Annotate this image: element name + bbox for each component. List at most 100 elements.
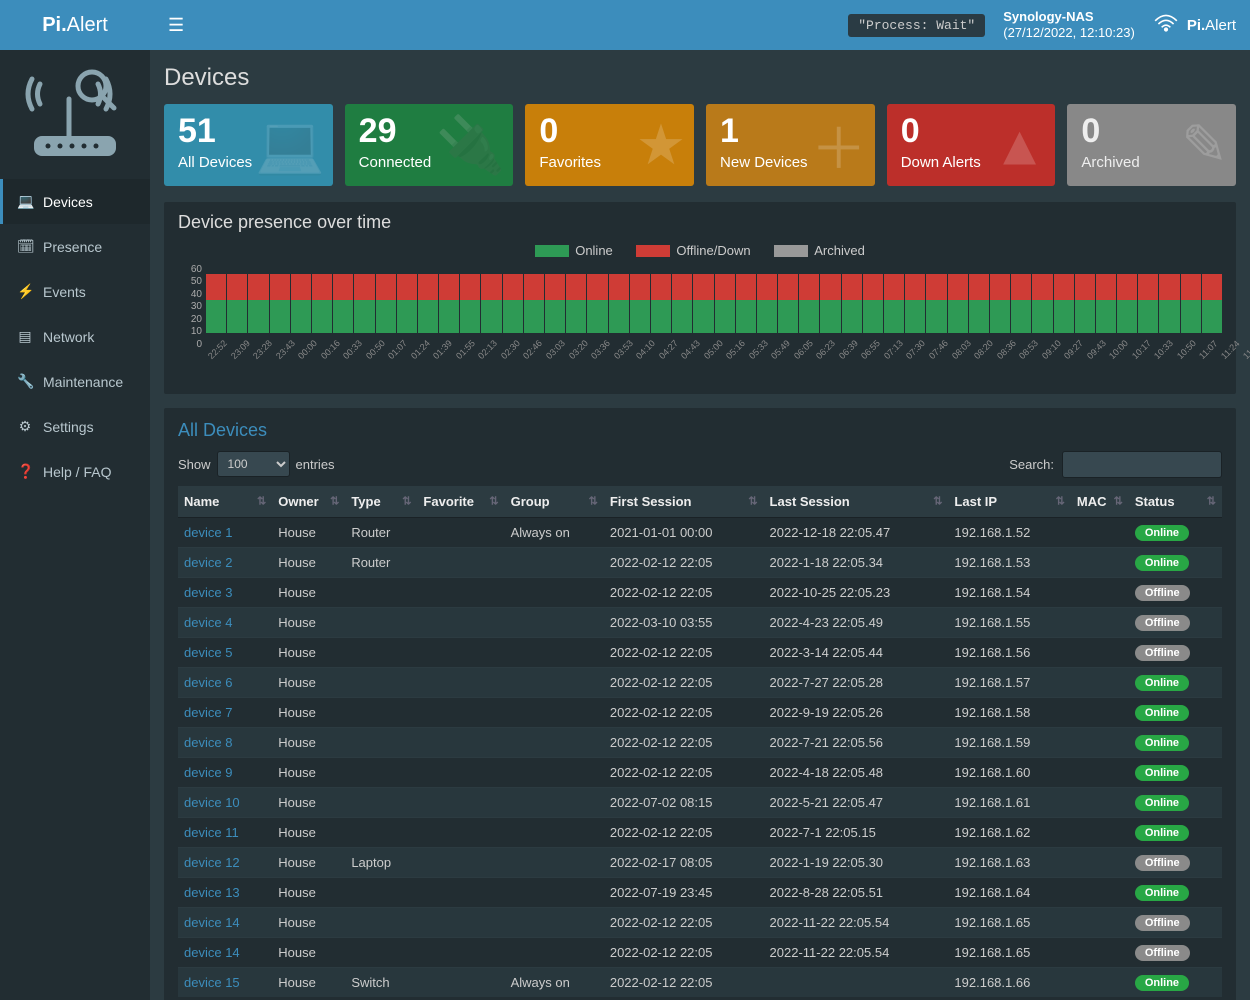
col-mac[interactable]: MAC⇅ [1071, 486, 1129, 518]
table-controls: Show 100 entries Search: [178, 451, 1222, 478]
device-link[interactable]: device 8 [184, 735, 232, 750]
stat-all-devices[interactable]: 51All Devices💻 [164, 104, 333, 186]
bolt-icon: ⚡ [17, 283, 33, 300]
wifi-icon [1153, 14, 1179, 36]
stat-icon: 💻 [255, 112, 325, 178]
status-badge: Online [1135, 525, 1189, 541]
chart-bars [206, 264, 1222, 334]
sidebar: 💻 Devices 🗓Presence ⚡ Events ▤ Network 🔧Mainten… [0, 50, 150, 1000]
stat-icon: ★ [636, 112, 686, 178]
table-row[interactable]: device 6House2022-02-12 22:052022-7-27 2… [178, 667, 1222, 697]
stat-down-alerts[interactable]: 0Down Alerts▲ [887, 104, 1056, 186]
nav-label: Events [43, 284, 86, 300]
sort-icon: ⇅ [933, 495, 942, 508]
col-first-session[interactable]: First Session⇅ [604, 486, 764, 518]
status-badge: Online [1135, 735, 1189, 751]
status-badge: Online [1135, 885, 1189, 901]
host-info: Synology-NAS (27/12/2022, 12:10:23) [1003, 9, 1135, 42]
chart-legend: Online Offline/Down Archived [178, 243, 1222, 260]
col-group[interactable]: Group⇅ [505, 486, 604, 518]
device-link[interactable]: device 6 [184, 675, 232, 690]
sort-icon: ⇅ [489, 495, 498, 508]
table-row[interactable]: device 4House2022-03-10 03:552022-4-23 2… [178, 607, 1222, 637]
brand-logo[interactable]: Pi.Alert [0, 0, 150, 50]
status-badge: Online [1135, 795, 1189, 811]
sidebar-logo [0, 50, 150, 179]
status-badge: Online [1135, 825, 1189, 841]
device-link[interactable]: device 11 [184, 825, 239, 840]
device-link[interactable]: device 9 [184, 765, 232, 780]
sort-icon: ⇅ [748, 495, 757, 508]
table-head: Name⇅Owner⇅Type⇅Favorite⇅Group⇅First Ses… [178, 486, 1222, 518]
chart-yaxis: 6050403020100 [178, 264, 206, 350]
search-input[interactable] [1062, 451, 1222, 478]
col-favorite[interactable]: Favorite⇅ [417, 486, 504, 518]
nav-item-events[interactable]: ⚡ Events [0, 269, 150, 314]
sidebar-toggle[interactable]: ☰ [150, 15, 202, 36]
status-badge: Offline [1135, 855, 1190, 871]
table-row[interactable]: device 2HouseRouter2022-02-12 22:052022-… [178, 547, 1222, 577]
nav-label: Network [43, 329, 94, 345]
device-link[interactable]: device 7 [184, 705, 232, 720]
col-type[interactable]: Type⇅ [345, 486, 417, 518]
device-link[interactable]: device 1 [184, 525, 232, 540]
col-status[interactable]: Status⇅ [1129, 486, 1222, 518]
nav-label: Devices [43, 194, 93, 210]
nav-item-maintenance[interactable]: 🔧Maintenance [0, 359, 150, 404]
nav-item-settings[interactable]: ⚙Settings [0, 404, 150, 449]
status-badge: Online [1135, 765, 1189, 781]
process-status: "Process: Wait" [848, 14, 985, 37]
chart-box: Device presence over time Online Offline… [164, 202, 1236, 394]
status-badge: Offline [1135, 945, 1190, 961]
table-row[interactable]: device 9House2022-02-12 22:052022-4-18 2… [178, 757, 1222, 787]
legend-online[interactable]: Online [535, 243, 613, 258]
timestamp: (27/12/2022, 12:10:23) [1003, 25, 1135, 41]
sort-icon: ⇅ [1207, 495, 1216, 508]
device-link[interactable]: device 3 [184, 585, 232, 600]
nav-item-devices[interactable]: 💻 Devices [0, 179, 150, 224]
table-row[interactable]: device 3House2022-02-12 22:052022-10-25 … [178, 577, 1222, 607]
col-owner[interactable]: Owner⇅ [272, 486, 345, 518]
device-link[interactable]: device 5 [184, 645, 232, 660]
device-link[interactable]: device 2 [184, 555, 232, 570]
table-row[interactable]: device 1HouseRouterAlways on2021-01-01 0… [178, 517, 1222, 547]
nav-item-help-faq[interactable]: ❓Help / FAQ [0, 449, 150, 494]
stat-archived[interactable]: 0Archived✎ [1067, 104, 1236, 186]
page-size-select[interactable]: 100 [217, 451, 290, 477]
chart-title: Device presence over time [178, 212, 1222, 233]
legend-archived[interactable]: Archived [774, 243, 865, 258]
device-link[interactable]: device 13 [184, 885, 240, 900]
device-link[interactable]: device 14 [184, 915, 240, 930]
table-row[interactable]: device 7House2022-02-12 22:052022-9-19 2… [178, 697, 1222, 727]
col-name[interactable]: Name⇅ [178, 486, 272, 518]
col-last-ip[interactable]: Last IP⇅ [948, 486, 1070, 518]
device-link[interactable]: device 12 [184, 855, 240, 870]
nav-item-presence[interactable]: 🗓Presence [0, 224, 150, 269]
table-row[interactable]: device 14House2022-02-12 22:052022-11-22… [178, 937, 1222, 967]
laptop-icon: 💻 [17, 193, 33, 210]
device-link[interactable]: device 4 [184, 615, 232, 630]
table-row[interactable]: device 13House2022-07-19 23:452022-8-28 … [178, 877, 1222, 907]
device-link[interactable]: device 15 [184, 975, 240, 990]
stat-favorites[interactable]: 0Favorites★ [525, 104, 694, 186]
device-link[interactable]: device 14 [184, 945, 240, 960]
legend-offline[interactable]: Offline/Down [636, 243, 750, 258]
nav-label: Settings [43, 419, 94, 435]
sort-icon: ⇅ [402, 495, 411, 508]
col-last-session[interactable]: Last Session⇅ [764, 486, 949, 518]
device-link[interactable]: device 10 [184, 795, 240, 810]
table-row[interactable]: device 8House2022-02-12 22:052022-7-21 2… [178, 727, 1222, 757]
table-row[interactable]: device 14House2022-02-12 22:052022-11-22… [178, 907, 1222, 937]
table-row[interactable]: device 12HouseLaptop2022-02-17 08:052022… [178, 847, 1222, 877]
stat-new-devices[interactable]: 1New Devices＋ [706, 104, 875, 186]
table-row[interactable]: device 11House2022-02-12 22:052022-7-1 2… [178, 817, 1222, 847]
status-badge: Offline [1135, 915, 1190, 931]
stat-connected[interactable]: 29Connected🔌 [345, 104, 514, 186]
brand-right[interactable]: Pi.Alert [1153, 14, 1236, 36]
table-row[interactable]: device 10House2022-07-02 08:152022-5-21 … [178, 787, 1222, 817]
table-row[interactable]: device 5House2022-02-12 22:052022-3-14 2… [178, 637, 1222, 667]
sort-icon: ⇅ [257, 495, 266, 508]
network-icon: ▤ [17, 328, 33, 345]
table-row[interactable]: device 15HouseSwitchAlways on2022-02-12 … [178, 967, 1222, 997]
nav-item-network[interactable]: ▤ Network [0, 314, 150, 359]
